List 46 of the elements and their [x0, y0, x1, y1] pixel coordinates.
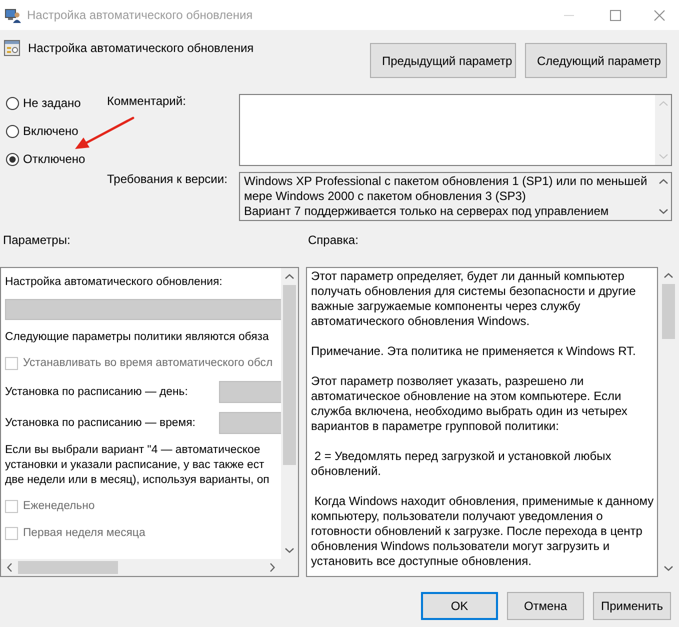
scrollbar-thumb[interactable]: [18, 561, 118, 574]
chevron-down-icon: [658, 209, 668, 214]
chevron-left-icon: [7, 563, 12, 572]
computer-user-icon: [5, 7, 21, 23]
settings-window-icon: [4, 40, 20, 56]
chevron-down-icon: [664, 566, 672, 571]
scrollbar-thumb[interactable]: [283, 285, 296, 465]
dialog-button[interactable]: Применить: [593, 592, 671, 620]
setting-title: Настройка автоматического обновления: [28, 41, 254, 55]
help-paragraph: Этот параметр позволяет указать, разрешено ли автоматическое обновление на этом компьютере. Если служба включена, необходимо выбрать один из четырех вариантов в параметре групповой политики:: [311, 374, 628, 434]
comment-label: Комментарий:: [107, 94, 187, 110]
radio-option[interactable]: Включено: [6, 117, 107, 145]
chevron-up-icon: [658, 101, 668, 106]
section-label: Справка:: [308, 233, 358, 247]
chevron-down-icon: [658, 154, 668, 159]
version-label: Требования к версии:: [107, 172, 228, 188]
dialog-button[interactable]: Отмена: [507, 592, 584, 620]
help-paragraph: 2 = Уведомлять перед загрузкой и установкой любых обновлений.: [311, 449, 612, 479]
comment-field[interactable]: [239, 94, 672, 166]
dialog-button[interactable]: OK: [421, 592, 498, 620]
help-paragraph: Этот параметр определяет, будет ли данный компьютер получать обновления для системы безопасности и другие важные загружаемые компоненты через службу автоматического обновления Windows.: [311, 269, 637, 329]
vertical-scrollbar[interactable]: [281, 268, 298, 559]
chevron-right-icon: [270, 563, 275, 572]
chevron-up-icon: [658, 179, 668, 184]
minimize-icon: [564, 14, 574, 16]
chevron-up-icon: [664, 273, 672, 278]
help-paragraph: Примечание. Эта политика не применяется к Windows RT.: [311, 344, 637, 359]
field-label: Установка по расписанию — время:: [5, 416, 196, 431]
maximize-icon: [610, 10, 621, 20]
scrollbar-thumb[interactable]: [662, 284, 674, 339]
navigation-button[interactable]: Следующий параметр: [525, 43, 667, 78]
setting-label: Следующие параметры политики являются обяза: [5, 330, 270, 345]
version-requirements-text: Windows XP Professional с пакетом обновления 1 (SP1) или по меньшей мере Windows 2000 с пакетом обновления 3 (SP3) Вариант 7 поддерживается только на серверах под управлением: [243, 173, 648, 220]
radio-option[interactable]: Отключено: [6, 145, 107, 173]
close-icon: [654, 10, 664, 20]
horizontal-scrollbar[interactable]: [1, 559, 281, 576]
navigation-button[interactable]: Предыдущий параметр: [370, 43, 516, 78]
radio-option[interactable]: Не задано: [6, 89, 107, 117]
field-label: Установка по расписанию — день:: [5, 385, 188, 400]
chevron-up-icon: [285, 274, 294, 279]
window-title: Настройка автоматического обновления: [27, 8, 253, 22]
setting-description: Если вы выбрали вариант "4 — автоматическое установки и указали расписание, у вас также ест две недели или в месяц), используя варианты, оп: [5, 443, 270, 488]
section-label: Параметры:: [3, 233, 72, 247]
setting-label: Настройка автоматического обновления:: [5, 275, 224, 290]
chevron-down-icon: [285, 548, 294, 553]
help-paragraph: Когда Windows находит обновления, применимые к данному компьютеру, пользователи получают уведомления о готовности обновлений к загрузке. После перехода в центр обновления Windows пользователи могут загрузить и установить все доступные обновления.: [311, 494, 655, 569]
